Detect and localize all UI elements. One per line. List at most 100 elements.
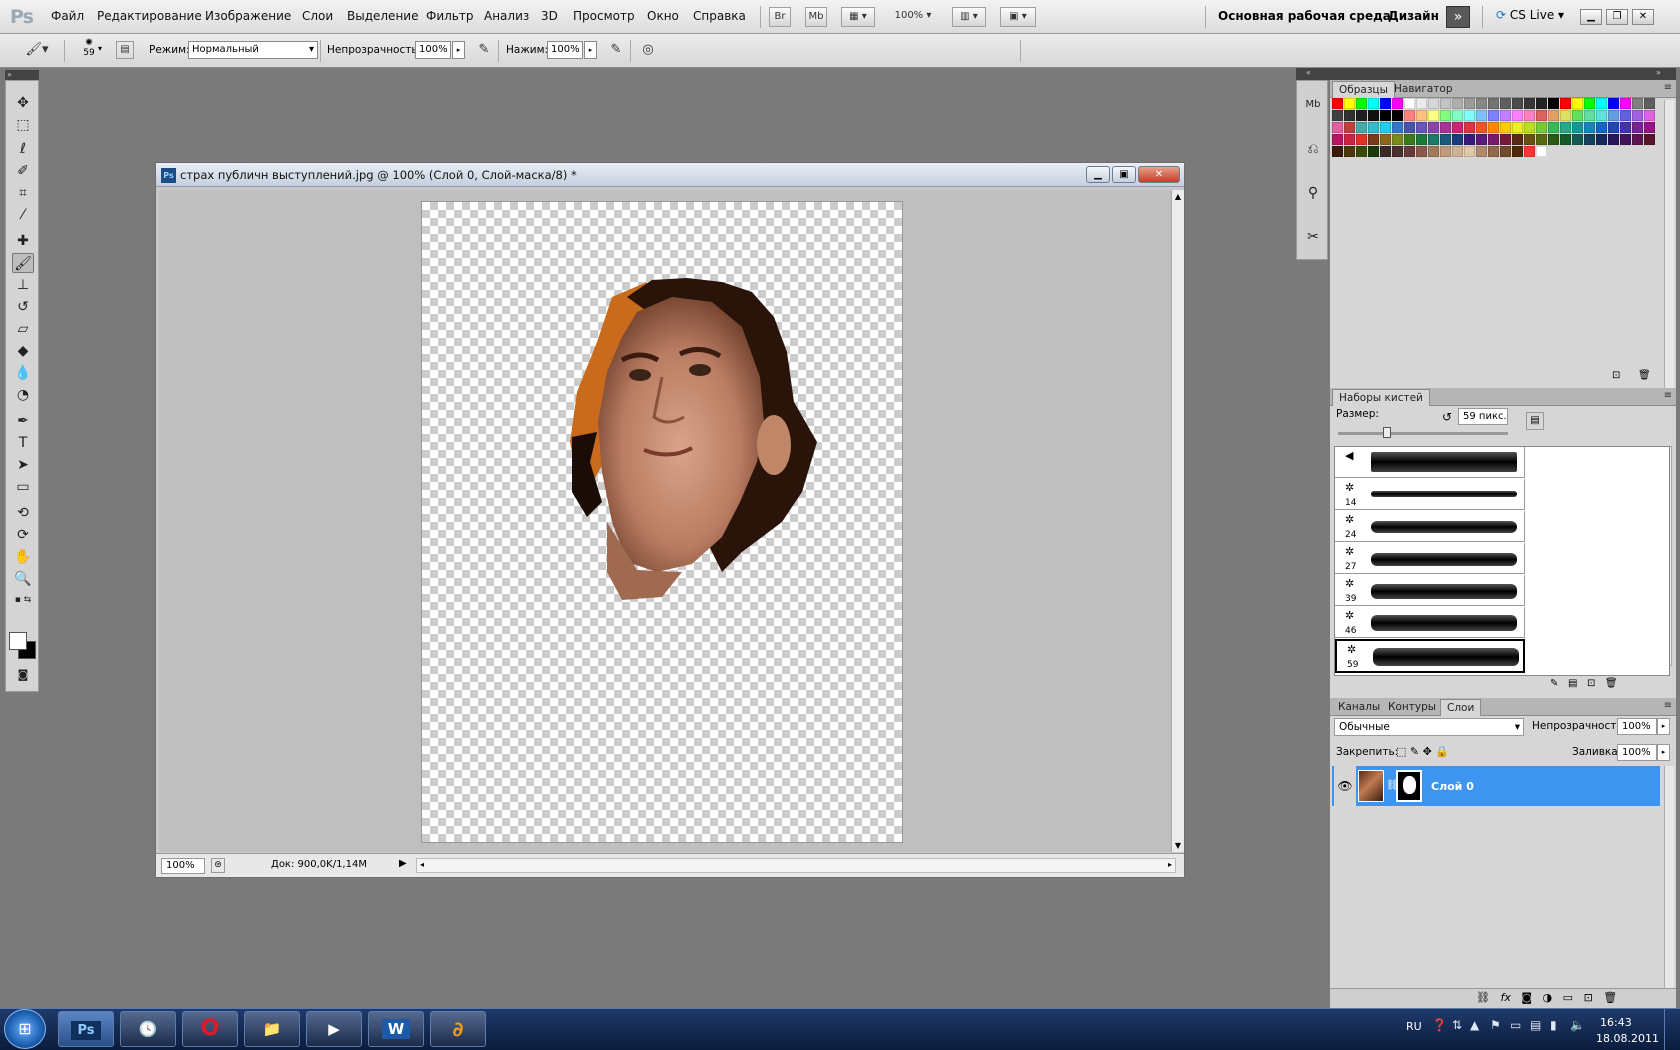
taskbar-explorer[interactable]: 📁 <box>244 1011 300 1047</box>
color-swatch[interactable] <box>1428 134 1439 145</box>
color-swatch[interactable] <box>1596 122 1607 133</box>
workspace-essentials[interactable]: Основная рабочая среда <box>1218 9 1391 23</box>
delete-swatch-icon[interactable]: 🗑 <box>1638 370 1651 381</box>
color-swatch[interactable] <box>1524 110 1535 121</box>
color-swatch[interactable] <box>1536 146 1547 157</box>
color-swatch[interactable] <box>1380 110 1391 121</box>
color-swatch[interactable] <box>1488 110 1499 121</box>
color-swatch[interactable] <box>1512 146 1523 157</box>
panel-menu-icon[interactable]: ≡ <box>1664 700 1672 711</box>
color-swatch[interactable] <box>1500 146 1511 157</box>
bridge-button[interactable]: Br <box>769 7 791 27</box>
color-swatch[interactable] <box>1524 122 1535 133</box>
brush-preset[interactable]: ✲ 39 <box>1335 575 1525 606</box>
color-swatch[interactable] <box>1620 122 1631 133</box>
color-swatch[interactable] <box>1488 134 1499 145</box>
color-swatch[interactable] <box>1356 122 1367 133</box>
move-tool-icon[interactable]: ✥ <box>12 93 34 113</box>
brush-size-input[interactable]: 59 пикс. <box>1458 408 1508 425</box>
color-swatch[interactable] <box>1404 122 1415 133</box>
color-swatch[interactable] <box>1392 110 1403 121</box>
color-swatch[interactable] <box>1344 134 1355 145</box>
color-swatch[interactable] <box>1584 122 1595 133</box>
horizontal-scrollbar[interactable]: ◂ ▸ <box>416 858 1176 873</box>
color-swatch[interactable] <box>1524 146 1535 157</box>
history-brush-tool-icon[interactable]: ↺ <box>12 297 34 317</box>
color-swatch[interactable] <box>1392 146 1403 157</box>
clock-time[interactable]: 16:43 <box>1600 1016 1632 1029</box>
color-swatch[interactable] <box>1476 98 1487 109</box>
type-tool-icon[interactable]: T <box>12 433 34 453</box>
menu-analysis[interactable]: Анализ <box>484 9 529 23</box>
menu-view[interactable]: Просмотр <box>573 9 635 23</box>
color-swatch[interactable] <box>1572 110 1583 121</box>
color-swatch[interactable] <box>1368 134 1379 145</box>
lock-all-icon[interactable]: 🔒 <box>1435 745 1449 758</box>
color-swatch[interactable] <box>1548 98 1559 109</box>
vertical-scrollbar[interactable]: ▲ ▼ <box>1171 190 1184 852</box>
adjustment-layer-icon[interactable]: ◑ <box>1543 991 1553 1004</box>
color-swatch[interactable] <box>1560 98 1571 109</box>
color-swatch[interactable] <box>1404 98 1415 109</box>
color-swatch[interactable] <box>1392 98 1403 109</box>
history-icon[interactable]: ⎌ <box>1301 137 1325 161</box>
color-swatch[interactable] <box>1440 134 1451 145</box>
menu-window[interactable]: Окно <box>647 9 679 23</box>
document-titlebar[interactable]: Ps страх публичн выступлений.jpg @ 100% … <box>156 163 1184 187</box>
toggle-brush-icon[interactable]: ✎ <box>1550 678 1558 689</box>
color-swatch[interactable] <box>1452 98 1463 109</box>
color-swatch[interactable] <box>1608 134 1619 145</box>
color-swatch[interactable] <box>1560 122 1571 133</box>
menu-image[interactable]: Изображение <box>205 9 291 23</box>
help-tray-icon[interactable]: ❓ <box>1432 1018 1447 1032</box>
document-maximize-button[interactable]: ▣ <box>1112 166 1136 183</box>
color-swatch[interactable] <box>1584 98 1595 109</box>
menu-help[interactable]: Справка <box>693 9 746 23</box>
paint-bucket-tool-icon[interactable]: ◆ <box>12 341 34 361</box>
color-swatch[interactable] <box>1344 110 1355 121</box>
workspace-design[interactable]: Дизайн <box>1388 9 1439 23</box>
color-swatch[interactable] <box>1596 110 1607 121</box>
color-swatch[interactable] <box>1512 122 1523 133</box>
taskbar-clock-app[interactable]: 🕓 <box>120 1011 176 1047</box>
hand-tool-icon[interactable]: ✋ <box>12 547 34 567</box>
color-swatch[interactable] <box>1620 98 1631 109</box>
color-swatch[interactable] <box>1560 110 1571 121</box>
lock-position-icon[interactable]: ✥ <box>1423 745 1432 758</box>
quick-mask-icon[interactable]: ◙ <box>12 665 34 685</box>
mini-bridge-button[interactable]: Mb <box>805 7 827 27</box>
color-swatch[interactable] <box>1380 122 1391 133</box>
tab-swatches[interactable]: Образцы <box>1332 81 1395 98</box>
tools-presets-icon[interactable]: ✂ <box>1301 225 1325 249</box>
color-swatch[interactable] <box>1500 98 1511 109</box>
color-swatch[interactable] <box>1344 98 1355 109</box>
color-swatch[interactable] <box>1644 110 1655 121</box>
reset-brush-size-icon[interactable]: ↺ <box>1442 410 1452 424</box>
lock-image-icon[interactable]: ✎ <box>1410 745 1419 758</box>
layer-opacity-slider-button[interactable]: ▸ <box>1657 718 1670 735</box>
zoom-tool-icon[interactable]: 🔍 <box>12 569 34 589</box>
network-tray-icon[interactable]: ⇅ <box>1452 1018 1462 1032</box>
color-swatch[interactable] <box>1476 110 1487 121</box>
color-swatch[interactable] <box>1416 146 1427 157</box>
taskbar-photoshop[interactable]: Ps <box>58 1011 114 1047</box>
color-swatch[interactable] <box>1464 110 1475 121</box>
swap-colors-icon[interactable]: ▪ ⇆ <box>12 593 34 607</box>
volume-icon[interactable]: 🔈 <box>1570 1018 1585 1032</box>
network-status-icon[interactable]: ▤ <box>1530 1018 1541 1032</box>
color-swatch[interactable] <box>1524 134 1535 145</box>
collapse-dock-icon[interactable]: « <box>1306 68 1311 77</box>
pen-tool-icon[interactable]: ✒ <box>12 411 34 431</box>
delete-brush-icon[interactable]: 🗑 <box>1605 678 1618 689</box>
new-layer-icon[interactable]: ⊡ <box>1584 991 1593 1004</box>
color-swatch[interactable] <box>1404 134 1415 145</box>
menu-file[interactable]: Файл <box>51 9 84 23</box>
color-swatch[interactable] <box>1596 98 1607 109</box>
color-swatch[interactable] <box>1572 134 1583 145</box>
lasso-tool-icon[interactable]: ℓ <box>12 139 34 159</box>
color-swatch[interactable] <box>1332 110 1343 121</box>
color-swatch[interactable] <box>1392 122 1403 133</box>
eraser-tool-icon[interactable]: ▱ <box>12 319 34 339</box>
flow-input[interactable]: 100% <box>547 41 583 59</box>
add-mask-icon[interactable]: ◙ <box>1521 991 1532 1004</box>
